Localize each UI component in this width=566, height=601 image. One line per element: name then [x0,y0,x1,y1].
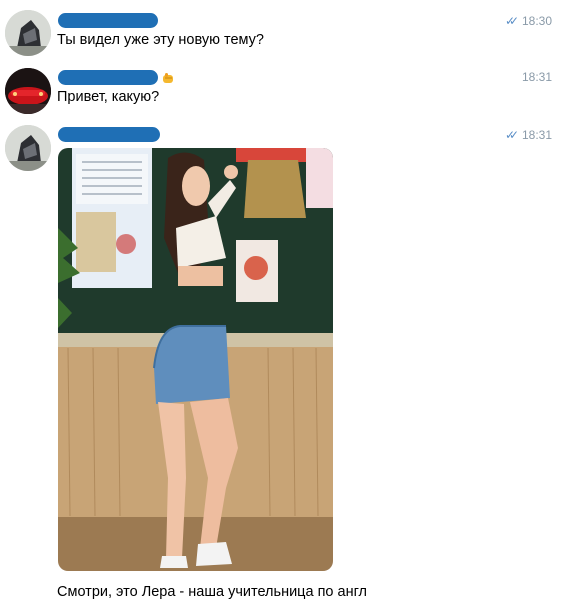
double-check-icon: ✓✓ [505,14,519,28]
message-time: 18:30 [521,14,552,28]
message-text: Привет, какую? [57,89,160,105]
message-text: Смотри, это Лера - наша учительница по а… [57,584,368,600]
avatar[interactable] [5,125,51,171]
message-2: 18:31 Привет, какую? [0,60,566,120]
avatar[interactable] [5,68,51,114]
message-time: 18:31 [521,128,552,142]
message-1: ✓✓ 18:30 Ты видел уже эту новую тему? [0,0,566,60]
message-time: 18:31 [521,70,552,84]
double-check-icon: ✓✓ [505,128,519,142]
sender-name-redacted[interactable] [58,127,160,142]
sender-name-redacted[interactable] [58,13,158,28]
sender-name-redacted[interactable] [58,70,158,85]
fist-emoji-icon [162,71,175,83]
avatar[interactable] [5,10,51,56]
photo-attachment[interactable] [58,148,333,571]
message-text: Ты видел уже эту новую тему? [57,32,264,48]
